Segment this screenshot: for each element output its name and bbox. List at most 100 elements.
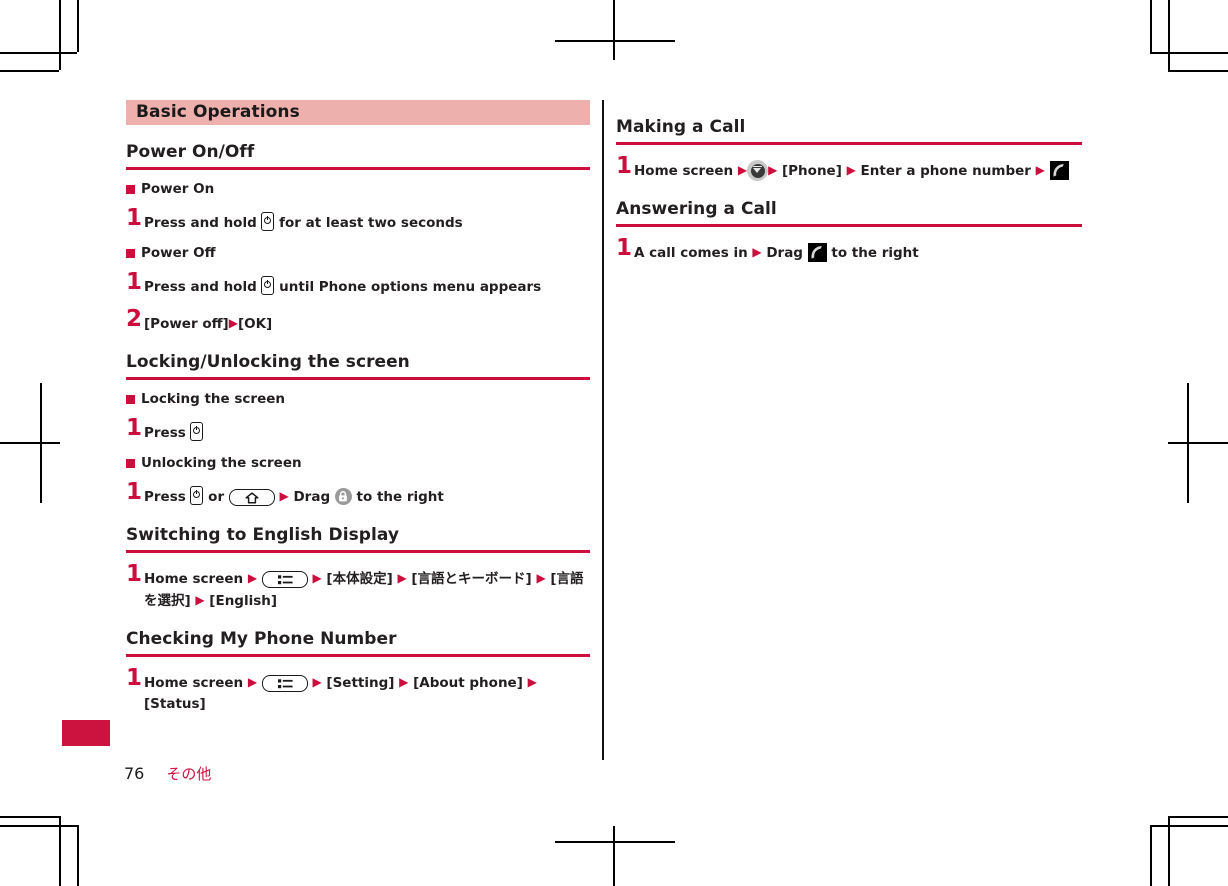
answer-call-icon	[807, 243, 827, 262]
step-body: Home screen ▶ ▶ [Setting] ▶ [About phone…	[144, 669, 590, 715]
step-body: Press or ▶ Drag to the right	[144, 483, 590, 508]
step-text: [Setting]	[321, 675, 400, 691]
crop-mark-bottom-right-vertical-inner	[1150, 825, 1152, 886]
section-rule	[126, 377, 590, 380]
step-arrow-icon: ▶	[846, 163, 856, 177]
section-heading: Power On/Off	[126, 142, 255, 162]
crop-mark-bottom-left-horizontal-inner	[0, 825, 78, 827]
step-text: until Phone options menu appears	[274, 279, 542, 295]
step-text: [Phone]	[777, 163, 847, 179]
step-text: Home screen	[144, 571, 248, 587]
registration-mark-right-horizontal	[1168, 442, 1228, 444]
section-heading: Locking/Unlocking the screen	[126, 352, 410, 372]
step-text: Press	[144, 425, 191, 441]
step-text: [Status]	[144, 696, 206, 712]
step-arrow-icon: ▶	[312, 571, 322, 585]
step-body: Press and hold until Phone options menu …	[144, 273, 590, 298]
column-divider	[602, 100, 604, 760]
crop-mark-bottom-right-horizontal-inner	[1150, 825, 1228, 827]
sub-heading: Power On	[126, 181, 590, 197]
step-body: Home screen ▶ ▶ [Phone] ▶ Enter a phone n…	[634, 157, 1082, 182]
right-column: Making a Call 1 Home screen ▶ ▶ [Phone] ▶ E…	[616, 100, 1082, 264]
step-number: 1	[126, 415, 143, 441]
step-number: 1	[126, 561, 143, 587]
crop-mark-top-left-horizontal	[0, 52, 77, 54]
square-bullet-icon	[126, 394, 135, 404]
registration-mark-top-horizontal	[555, 40, 675, 42]
step-body: Home screen ▶ ▶ [本体設定] ▶ [言語とキーボード] ▶ [言…	[144, 565, 590, 612]
sub-heading: Locking the screen	[126, 391, 590, 407]
step-body: [Power off]▶[OK]	[144, 310, 590, 335]
crop-mark-top-right-vertical	[1168, 0, 1170, 70]
step-text: Press and hold	[144, 279, 262, 295]
numbered-step: 1 Home screen ▶ ▶ [Phone] ▶ Enter a phone …	[616, 153, 1082, 182]
step-arrow-icon: ▶	[752, 245, 762, 259]
step-arrow-icon: ▶	[312, 675, 322, 689]
crop-mark-top-left-horizontal-inner	[0, 70, 59, 72]
step-text: Enter a phone number	[855, 163, 1036, 179]
step-number: 1	[616, 153, 633, 179]
step-text: Home screen	[144, 675, 248, 691]
section-rule	[126, 654, 590, 657]
step-text: Drag	[761, 245, 808, 261]
step-arrow-icon: ▶	[228, 316, 238, 330]
crop-mark-bottom-right-horizontal	[1168, 816, 1228, 818]
step-text: [言語とキーボード]	[406, 571, 537, 587]
power-key-icon	[190, 422, 204, 441]
registration-mark-bottom-vertical	[613, 826, 615, 886]
section-heading: Answering a Call	[616, 199, 777, 219]
numbered-step: 1 Press and hold until Phone options menu…	[126, 269, 590, 298]
step-body: A call comes in ▶ Drag to the right	[634, 239, 1082, 264]
menu-key-icon	[261, 675, 308, 692]
square-bullet-icon	[126, 248, 135, 258]
step-arrow-icon: ▶	[247, 571, 258, 585]
numbered-step: 2 [Power off]▶[OK]	[126, 306, 590, 335]
step-text: [OK]	[237, 316, 273, 332]
step-arrow-icon: ▶	[397, 571, 407, 585]
right-column-sections: Making a Call 1 Home screen ▶ ▶ [Phone] ▶ E…	[616, 117, 1082, 264]
step-text: to the right	[351, 489, 444, 505]
step-arrow-icon: ▶	[399, 675, 409, 689]
step-text: Press	[144, 489, 191, 505]
step-arrow-icon: ▶	[527, 675, 537, 689]
crop-mark-top-right-vertical-inner	[1150, 0, 1152, 52]
step-text: [本体設定]	[321, 571, 398, 587]
step-text: or	[203, 489, 229, 505]
menu-key-icon	[261, 571, 308, 588]
registration-mark-top-vertical	[613, 0, 615, 60]
power-key-icon	[261, 212, 275, 231]
app-launcher-icon	[747, 160, 769, 181]
step-body: Press and hold for at least two seconds	[144, 209, 590, 234]
step-number: 2	[126, 306, 143, 332]
crop-mark-top-left-vertical-inner	[77, 0, 79, 52]
section-rule	[126, 550, 590, 553]
step-arrow-icon: ▶	[279, 489, 289, 503]
step-text: to the right	[826, 245, 919, 261]
step-arrow-icon: ▶	[195, 593, 205, 607]
sub-heading: Unlocking the screen	[126, 455, 590, 471]
step-text: Press and hold	[144, 215, 262, 231]
left-column-sections: Power On/Off Power On 1 Press and hold for …	[126, 142, 590, 715]
section-rule	[616, 224, 1082, 227]
crop-mark-bottom-left-horizontal	[0, 816, 59, 818]
page-footer: 76 その他	[124, 763, 211, 784]
page-number: 76	[124, 764, 145, 783]
step-number: 1	[126, 665, 143, 691]
crop-mark-top-left-vertical	[59, 0, 61, 70]
numbered-step: 1 Home screen ▶ ▶ [本体設定] ▶ [言語とキーボード] ▶ […	[126, 561, 590, 612]
numbered-step: 1 Press	[126, 415, 590, 444]
step-number: 1	[616, 235, 633, 261]
section-heading: Checking My Phone Number	[126, 629, 397, 649]
step-text: for at least two seconds	[274, 215, 463, 231]
registration-mark-bottom-horizontal	[555, 841, 675, 843]
step-number: 1	[126, 479, 143, 505]
section-heading: Making a Call	[616, 117, 746, 137]
numbered-step: 1 Press or ▶ Drag to the right	[126, 479, 590, 508]
power-key-icon	[190, 486, 204, 505]
registration-mark-left-horizontal	[0, 442, 60, 444]
sub-heading-label: Power On	[141, 181, 215, 197]
step-number: 1	[126, 269, 143, 295]
step-arrow-icon: ▶	[247, 675, 258, 689]
chapter-title-bar: Basic Operations	[126, 100, 590, 125]
home-key-icon	[228, 489, 275, 506]
